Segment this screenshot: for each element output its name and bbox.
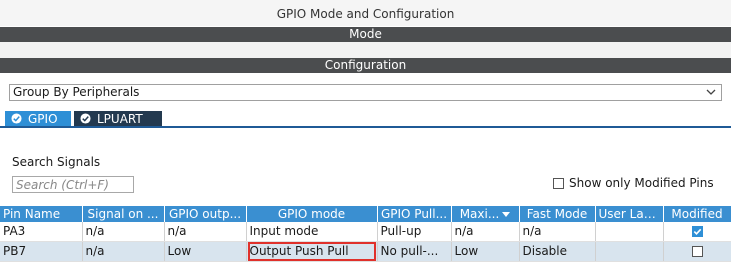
cell-mode: Output Push Pull bbox=[246, 241, 378, 262]
search-signals-label: Search Signals bbox=[12, 155, 101, 169]
cell-fast: Disable bbox=[519, 241, 596, 262]
table-row[interactable]: PA3 n/a n/a Input mode Pull-up n/a n/a bbox=[0, 222, 731, 242]
tab-gpio-label: GPIO bbox=[28, 112, 58, 126]
column-header-gpio-mode[interactable]: GPIO mode bbox=[246, 206, 378, 222]
cell-signal: n/a bbox=[82, 241, 165, 262]
column-header-fast-mode[interactable]: Fast Mode bbox=[519, 206, 596, 222]
column-header-modified[interactable]: Modified bbox=[663, 206, 731, 222]
group-by-select[interactable]: Group By Peripherals bbox=[9, 84, 722, 101]
cell-output: n/a bbox=[164, 222, 247, 242]
show-only-modified-label: Show only Modified Pins bbox=[569, 176, 714, 190]
column-header-gpio-pull[interactable]: GPIO Pull... bbox=[377, 206, 452, 222]
cell-pin: PA3 bbox=[0, 222, 83, 242]
cell-pull: No pull-... bbox=[377, 241, 452, 262]
modified-checkbox[interactable] bbox=[691, 246, 703, 257]
check-circle-icon bbox=[11, 113, 22, 124]
column-header-max-speed[interactable]: Maxi... bbox=[451, 206, 520, 222]
cell-signal: n/a bbox=[82, 222, 165, 242]
check-circle-icon bbox=[80, 113, 91, 124]
mode-section-header[interactable]: Mode bbox=[0, 27, 731, 42]
pin-configuration-table: Pin Name Signal on ... GPIO outp... GPIO… bbox=[0, 206, 731, 262]
window-title: GPIO Mode and Configuration bbox=[0, 0, 731, 26]
tab-lpuart-label: LPUART bbox=[97, 112, 143, 126]
group-by-select-value: Group By Peripherals bbox=[13, 85, 140, 99]
column-header-user-label[interactable]: User Label bbox=[595, 206, 664, 222]
cell-pin: PB7 bbox=[0, 241, 83, 262]
cell-max: Low bbox=[451, 241, 520, 262]
column-header-pin-name[interactable]: Pin Name bbox=[0, 206, 83, 222]
cell-label bbox=[595, 241, 664, 262]
cell-pull: Pull-up bbox=[377, 222, 452, 242]
column-header-gpio-output[interactable]: GPIO outp... bbox=[164, 206, 247, 222]
sort-desc-icon bbox=[502, 212, 511, 217]
highlight-box bbox=[247, 242, 376, 261]
tab-gpio[interactable]: GPIO bbox=[5, 111, 71, 127]
table-header-row: Pin Name Signal on ... GPIO outp... GPIO… bbox=[0, 206, 731, 222]
show-only-modified-checkbox[interactable]: Show only Modified Pins bbox=[553, 175, 714, 191]
tab-lpuart[interactable]: LPUART bbox=[74, 111, 162, 127]
modified-checkbox[interactable] bbox=[691, 226, 703, 237]
cell-modified bbox=[663, 241, 731, 262]
cell-modified bbox=[663, 222, 731, 242]
search-signals-input[interactable] bbox=[12, 176, 134, 193]
cell-mode: Input mode bbox=[246, 222, 378, 242]
chevron-down-icon bbox=[706, 89, 716, 95]
cell-max: n/a bbox=[451, 222, 520, 242]
column-header-signal[interactable]: Signal on ... bbox=[82, 206, 165, 222]
cell-label bbox=[595, 222, 664, 242]
mode-panel bbox=[0, 42, 731, 58]
tabs-divider bbox=[0, 126, 731, 128]
column-header-max-speed-label: Maxi... bbox=[459, 207, 500, 221]
checkbox-icon[interactable] bbox=[553, 178, 564, 189]
table-row[interactable]: PB7 n/a Low Output Push Pull No pull-...… bbox=[0, 241, 731, 262]
cell-output: Low bbox=[164, 241, 247, 262]
configuration-section-header[interactable]: Configuration bbox=[0, 58, 731, 73]
cell-fast: n/a bbox=[519, 222, 596, 242]
